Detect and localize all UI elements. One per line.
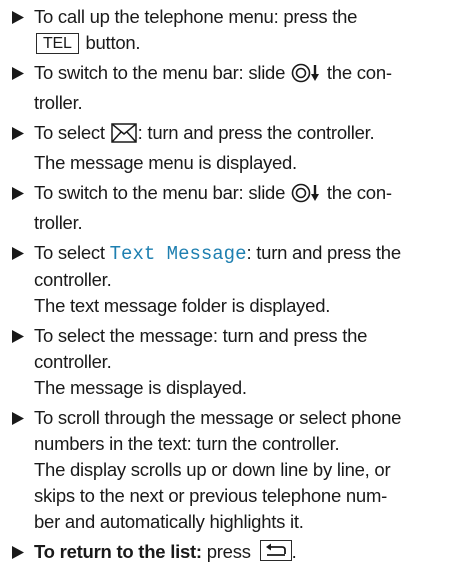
step-text: To select the message: turn and press th… [34, 325, 368, 346]
step-text: controller. [34, 269, 112, 290]
step-text: the con- [326, 182, 392, 203]
step-scroll-message: To scroll through the message or select … [8, 405, 455, 535]
tel-key: TEL [36, 33, 79, 54]
triangle-bullet-icon [12, 240, 28, 266]
triangle-bullet-icon [12, 405, 28, 431]
instruction-list: To call up the telephone menu: press the… [0, 0, 463, 562]
step-call-telephone-menu: To call up the telephone menu: press the… [8, 4, 455, 56]
step-text: numbers in the text: turn the controller… [34, 433, 340, 454]
triangle-bullet-icon [12, 60, 28, 86]
triangle-bullet-icon [12, 120, 28, 146]
step-text: To select [34, 122, 105, 143]
menu-item-text-message: Text Message [109, 243, 247, 265]
step-text: To call up the telephone menu: press the [34, 6, 358, 27]
triangle-bullet-icon [12, 323, 28, 349]
triangle-bullet-icon [12, 4, 28, 30]
step-text: troller. [34, 212, 83, 233]
step-text: skips to the next or previous telephone … [34, 485, 388, 506]
step-select-text-message: To select Text Message: turn and press t… [8, 240, 455, 319]
step-text: To switch to the menu bar: slide [34, 62, 286, 83]
step-text: press [206, 541, 251, 562]
step-switch-menu-bar-2: To switch to the menu bar: slide the con… [8, 180, 455, 236]
step-text: controller. [34, 351, 112, 372]
controller-slide-down-icon [291, 63, 321, 90]
step-text: : turn and press the [246, 242, 401, 263]
back-key-icon [259, 540, 292, 561]
step-text: button. [85, 32, 141, 53]
step-text: troller. [34, 92, 83, 113]
controller-slide-down-icon [291, 183, 321, 210]
triangle-bullet-icon [12, 180, 28, 206]
step-select-message: To select the message: turn and press th… [8, 323, 455, 401]
step-text: The message menu is displayed. [34, 152, 297, 173]
step-text: ber and automatically highlights it. [34, 511, 304, 532]
step-text: the con- [326, 62, 392, 83]
step-text: To scroll through the message or select … [34, 407, 402, 428]
step-text: : turn and press the controller. [137, 122, 375, 143]
step-return-to-list: To return to the list: press . [8, 539, 455, 565]
step-text: The text message folder is displayed. [34, 295, 331, 316]
step-text: To select [34, 242, 105, 263]
step-switch-menu-bar: To switch to the menu bar: slide the con… [8, 60, 455, 116]
step-text: The display scrolls up or down line by l… [34, 459, 391, 480]
step-heading: To return to the list: [34, 541, 202, 562]
step-text: To switch to the menu bar: slide [34, 182, 286, 203]
step-text: The message is displayed. [34, 377, 247, 398]
triangle-bullet-icon [12, 539, 28, 565]
step-select-envelope: To select : turn and press the controlle… [8, 120, 455, 176]
envelope-icon [110, 123, 137, 150]
